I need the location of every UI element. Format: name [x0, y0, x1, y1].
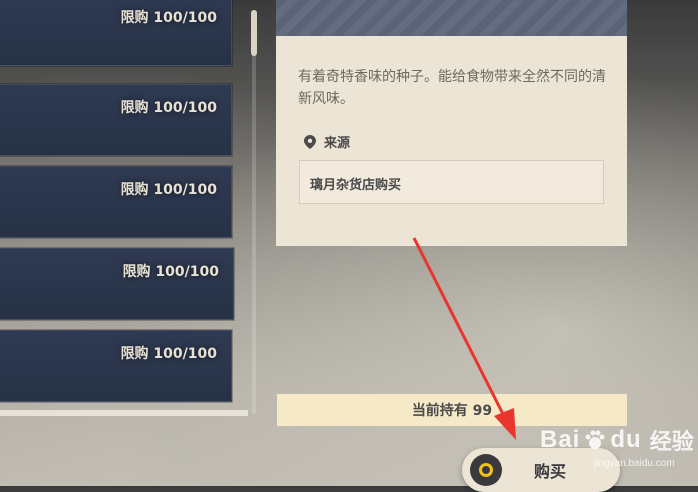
- buy-button-label: 购买: [534, 462, 567, 481]
- purchase-limit: 限购 100/100: [120, 100, 217, 116]
- controller-button-icon: [470, 454, 502, 486]
- list-bottom-bar: [0, 410, 248, 416]
- shop-item-card[interactable]: 限购 100/100: [0, 166, 232, 238]
- item-detail-header: [276, 0, 627, 36]
- watermark-url: jingyan.baidu.com: [594, 458, 675, 469]
- item-detail-panel: 有着奇特香味的种子。能给食物带来全然不同的清新风味。 来源 璃月杂货店购买: [276, 36, 627, 246]
- source-heading: 来源: [304, 132, 350, 151]
- source-value: 璃月杂货店购买: [310, 178, 402, 193]
- shop-item-card[interactable]: 限购 100/100: [0, 248, 234, 320]
- location-pin-icon: [304, 134, 316, 149]
- purchase-limit: 限购 100/100: [120, 182, 217, 198]
- purchase-limit: 限购 100/100: [120, 346, 217, 362]
- purchase-limit: 限购 100/100: [120, 10, 217, 26]
- paw-icon: [585, 430, 605, 449]
- owned-count: 当前持有 99: [411, 403, 493, 419]
- list-scrollbar-track[interactable]: [252, 10, 256, 414]
- source-entry: 璃月杂货店购买: [299, 160, 604, 204]
- yellow-ring-icon: [479, 463, 493, 477]
- watermark-brand-suffix: du: [610, 426, 642, 453]
- shop-item-card[interactable]: 限购 100/100: [0, 330, 232, 402]
- shop-item-card[interactable]: 限购 100/100: [0, 0, 232, 66]
- watermark-brand: Bai: [540, 426, 581, 453]
- purchase-limit: 限购 100/100: [122, 264, 219, 280]
- baidu-watermark: Bai du 经验: [540, 424, 694, 456]
- shop-item-card[interactable]: 限购 100/100: [0, 84, 232, 156]
- source-title: 来源: [324, 136, 351, 151]
- watermark-sub: 经验: [649, 429, 694, 454]
- item-description: 有着奇特香味的种子。能给食物带来全然不同的清新风味。: [298, 69, 606, 107]
- list-scrollbar-thumb[interactable]: [251, 10, 257, 56]
- owned-count-bar: 当前持有 99: [277, 394, 627, 426]
